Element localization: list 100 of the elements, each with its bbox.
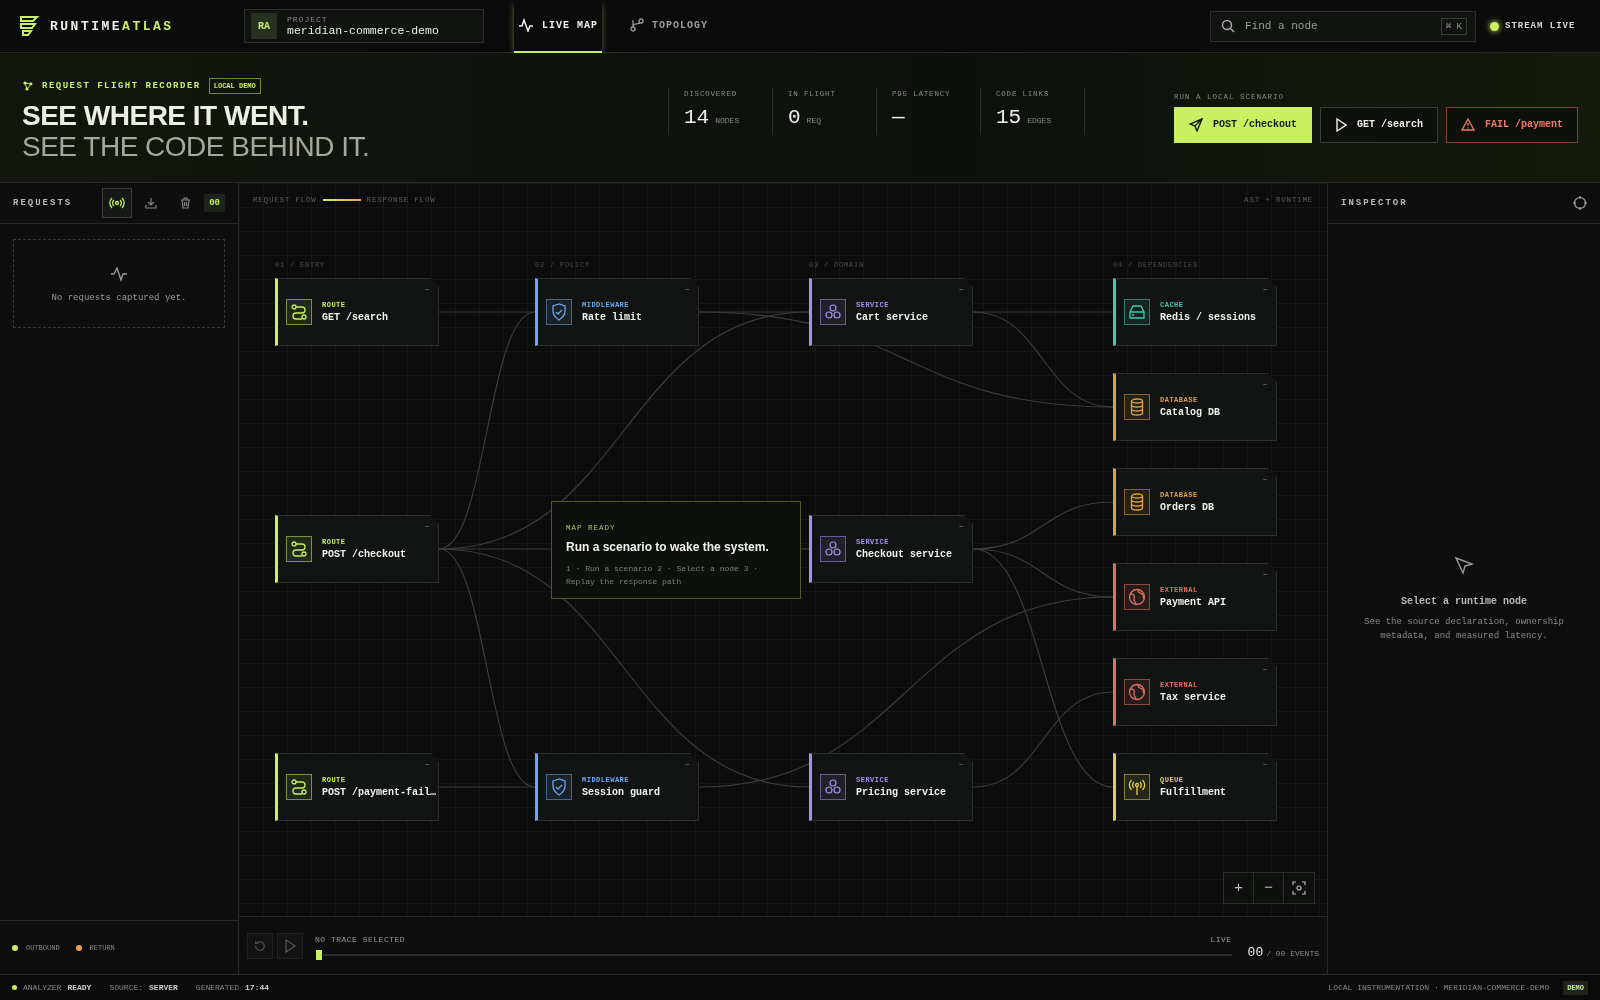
node-metric: –	[1262, 570, 1268, 580]
node-metric: –	[424, 285, 430, 295]
zoom-button[interactable]: −	[1254, 873, 1284, 903]
route-icon	[290, 778, 308, 796]
node-metric: –	[684, 285, 690, 295]
database-icon	[1130, 493, 1144, 511]
drive-icon	[1128, 305, 1146, 319]
node-name: Cart service	[856, 312, 928, 323]
project-switcher[interactable]: RA PROJECT meridian-commerce-demo	[244, 9, 484, 43]
warning-icon	[1461, 118, 1475, 131]
focus-icon	[1292, 881, 1306, 895]
scenario-button[interactable]: FAIL /payment	[1446, 106, 1578, 143]
node-name: Payment API	[1160, 597, 1226, 608]
event-count: 00	[1247, 945, 1264, 960]
inspector-empty-title: Select a runtime node	[1401, 595, 1527, 607]
source-label: SOURCE:	[109, 983, 144, 992]
sparkle-icon	[22, 79, 34, 92]
node-metric: –	[1262, 285, 1268, 295]
broadcast-icon	[109, 197, 126, 209]
cubes-icon	[824, 303, 842, 321]
trash-icon	[179, 197, 191, 209]
node-metric: –	[1262, 475, 1268, 485]
panel-title: REQUESTS	[13, 198, 73, 208]
cubes-icon	[824, 778, 842, 796]
source-value: SERVER	[149, 983, 178, 992]
shield-icon	[551, 303, 567, 321]
stat-unit: NODES	[715, 116, 740, 125]
node-name: Orders DB	[1160, 502, 1214, 513]
node-name: Session guard	[582, 787, 660, 798]
instrumentation-label: LOCAL INSTRUMENTATION · MERIDIAN-COMMERCE-DEMO	[1328, 983, 1550, 992]
inspector-empty-text: See the source declaration, ownership metadata, and measured latency.	[1363, 615, 1565, 643]
node-name: Tax service	[1160, 692, 1226, 703]
project-name: meridian-commerce-demo	[287, 24, 439, 37]
pulse-icon	[110, 264, 128, 283]
replay-icon	[254, 938, 266, 953]
request-count: 00	[204, 194, 225, 212]
cubes-icon	[824, 540, 842, 558]
analyzer-label: ANALYZER	[23, 983, 62, 992]
scenario-button[interactable]: POST /checkout	[1173, 106, 1312, 143]
generated-time: 17:44	[245, 983, 270, 992]
node-metric: –	[424, 522, 430, 532]
globe-icon	[1128, 588, 1146, 606]
locate-button[interactable]	[1573, 196, 1587, 210]
node-name: POST /payment-fail…	[322, 787, 437, 798]
node-metric: –	[958, 522, 964, 532]
capture-button[interactable]	[102, 188, 133, 218]
nav-tab[interactable]: TOPOLOGY	[626, 0, 713, 53]
stat-value: 0	[788, 106, 801, 129]
panel-title: INSPECTOR	[1341, 198, 1408, 208]
logo-icon	[18, 14, 40, 38]
stat-value: 15	[996, 106, 1022, 129]
node-name: Redis / sessions	[1160, 312, 1256, 323]
notice-steps: 1 · Run a scenario 2 · Select a node 3 · Replay the response path	[566, 562, 786, 588]
branch-icon	[630, 18, 644, 32]
node-metric: –	[958, 760, 964, 770]
node-name: Rate limit	[582, 312, 642, 323]
node-name: Fulfillment	[1160, 787, 1226, 798]
node-name: Pricing service	[856, 787, 946, 798]
project-label: PROJECT	[287, 15, 329, 24]
node-name: POST /checkout	[322, 549, 406, 560]
hero-subtitle: SEE THE CODE BEHIND IT.	[22, 130, 371, 162]
pulse-icon	[518, 18, 534, 32]
live-label: LIVE	[1210, 935, 1232, 944]
stream-label: STREAM LIVE	[1505, 21, 1576, 31]
shield-icon	[551, 778, 567, 796]
play-icon	[1334, 117, 1347, 132]
node-name: Checkout service	[856, 549, 952, 560]
play-icon	[284, 938, 296, 953]
hero-title: SEE WHERE IT WENT.	[22, 99, 310, 131]
zoom-button[interactable]: +	[1224, 873, 1254, 903]
node-metric: –	[424, 760, 430, 770]
node-metric: –	[1262, 380, 1268, 390]
node-metric: –	[958, 285, 964, 295]
node-name: GET /search	[322, 312, 388, 323]
hero-eyebrow: REQUEST FLIGHT RECORDER	[42, 80, 201, 91]
flow-legend-line	[322, 199, 361, 201]
cursor-icon	[1454, 555, 1474, 576]
shortcut-key: ⌘ K	[1440, 17, 1467, 35]
scenario-button[interactable]: GET /search	[1319, 106, 1438, 143]
trace-status: NO TRACE SELECTED	[315, 935, 406, 944]
stat-value: —	[892, 106, 905, 129]
search-input[interactable]: Find a node	[1243, 19, 1433, 33]
analyzer-state: READY	[67, 983, 92, 992]
search-field[interactable]: Find a node ⌘ K	[1210, 10, 1476, 42]
route-icon	[290, 303, 308, 321]
node-metric: –	[1262, 665, 1268, 675]
node-metric: –	[684, 760, 690, 770]
antenna-icon	[1128, 778, 1146, 796]
notice-title: Run a scenario to wake the system.	[566, 540, 770, 554]
stat-value: 14	[684, 106, 710, 129]
send-icon	[1188, 117, 1203, 132]
download-icon	[145, 197, 158, 209]
brand-name: RUNTIME ATLAS	[50, 18, 174, 34]
route-icon	[290, 540, 308, 558]
globe-icon	[1128, 683, 1146, 701]
status-dot	[12, 985, 17, 990]
event-total: / 00 EVENTS	[1266, 949, 1319, 958]
node-name: Catalog DB	[1160, 407, 1220, 418]
stat-unit: REQ	[806, 116, 821, 125]
project-avatar: RA	[251, 13, 277, 39]
